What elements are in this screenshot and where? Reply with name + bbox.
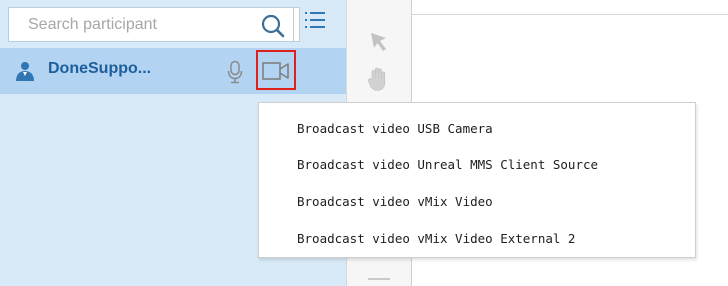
tool-icon-partial[interactable] <box>368 278 390 286</box>
menu-item-broadcast-vmix-video[interactable]: Broadcast video vMix Video <box>259 183 695 220</box>
search-divider <box>293 8 294 41</box>
video-camera-icon[interactable] <box>262 61 290 81</box>
menu-item-broadcast-vmix-external-2[interactable]: Broadcast video vMix Video External 2 <box>259 220 695 257</box>
search-participant-input[interactable] <box>9 8 249 41</box>
menu-item-broadcast-usb-camera[interactable]: Broadcast video USB Camera <box>259 110 695 147</box>
user-icon <box>16 62 34 81</box>
menu-item-broadcast-unreal-mms[interactable]: Broadcast video Unreal MMS Client Source <box>259 146 695 183</box>
microphone-icon[interactable] <box>226 60 244 84</box>
search-bar <box>8 7 300 42</box>
broadcast-video-menu: Broadcast video USB Camera Broadcast vid… <box>258 102 696 258</box>
participant-name: DoneSuppo... <box>48 60 152 77</box>
hand-icon[interactable] <box>366 66 390 92</box>
pointer-arrow-icon[interactable] <box>368 30 390 52</box>
content-top-border <box>412 14 728 15</box>
search-icon[interactable] <box>260 13 286 39</box>
list-view-icon[interactable] <box>303 8 327 32</box>
